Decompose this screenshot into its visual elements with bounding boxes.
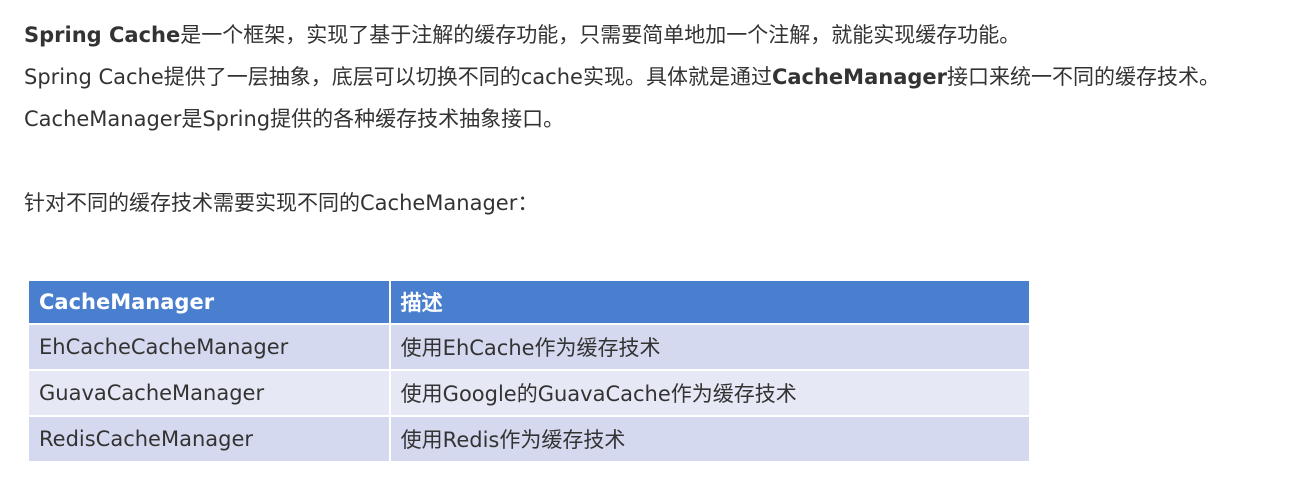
intro-text: 是一个框架，实现了基于注解的缓存功能，只需要简单地加一个注解，就能实现缓存功能。 <box>180 23 1021 47</box>
header-cachemanager: CacheManager <box>29 281 391 325</box>
cachemanager-bold: CacheManager <box>771 65 947 89</box>
cachemanager-table: CacheManager 描述 EhCacheCacheManager 使用Eh… <box>29 281 1032 463</box>
intro-paragraph: Spring Cache是一个框架，实现了基于注解的缓存功能，只需要简单地加一个… <box>24 14 1274 56</box>
cell-description: 使用Google的GuavaCache作为缓存技术 <box>389 370 1032 417</box>
cell-name: EhCacheCacheManager <box>29 324 391 371</box>
table-row: EhCacheCacheManager 使用EhCache作为缓存技术 <box>29 324 1032 371</box>
abstraction-text-after: 接口来统一不同的缓存技术。 <box>947 65 1220 89</box>
table-row: RedisCacheManager 使用Redis作为缓存技术 <box>29 416 1032 463</box>
cell-name: GuavaCacheManager <box>29 370 391 417</box>
cell-description: 使用Redis作为缓存技术 <box>389 416 1032 463</box>
table-row: GuavaCacheManager 使用Google的GuavaCache作为缓… <box>29 370 1032 417</box>
interface-paragraph: CacheManager是Spring提供的各种缓存技术抽象接口。 <box>24 107 565 131</box>
header-description: 描述 <box>389 281 1032 325</box>
table-intro-paragraph: 针对不同的缓存技术需要实现不同的CacheManager： <box>24 191 539 215</box>
abstraction-paragraph: Spring Cache提供了一层抽象，底层可以切换不同的cache实现。具体就… <box>24 56 1264 98</box>
cell-name: RedisCacheManager <box>29 416 391 463</box>
document-body: Spring Cache是一个框架，实现了基于注解的缓存功能，只需要简单地加一个… <box>24 14 1274 224</box>
cell-description: 使用EhCache作为缓存技术 <box>389 324 1032 371</box>
spring-cache-bold: Spring Cache <box>24 23 181 47</box>
table-header-row: CacheManager 描述 <box>29 281 1032 325</box>
abstraction-text-before: Spring Cache提供了一层抽象，底层可以切换不同的cache实现。具体就… <box>24 65 772 89</box>
